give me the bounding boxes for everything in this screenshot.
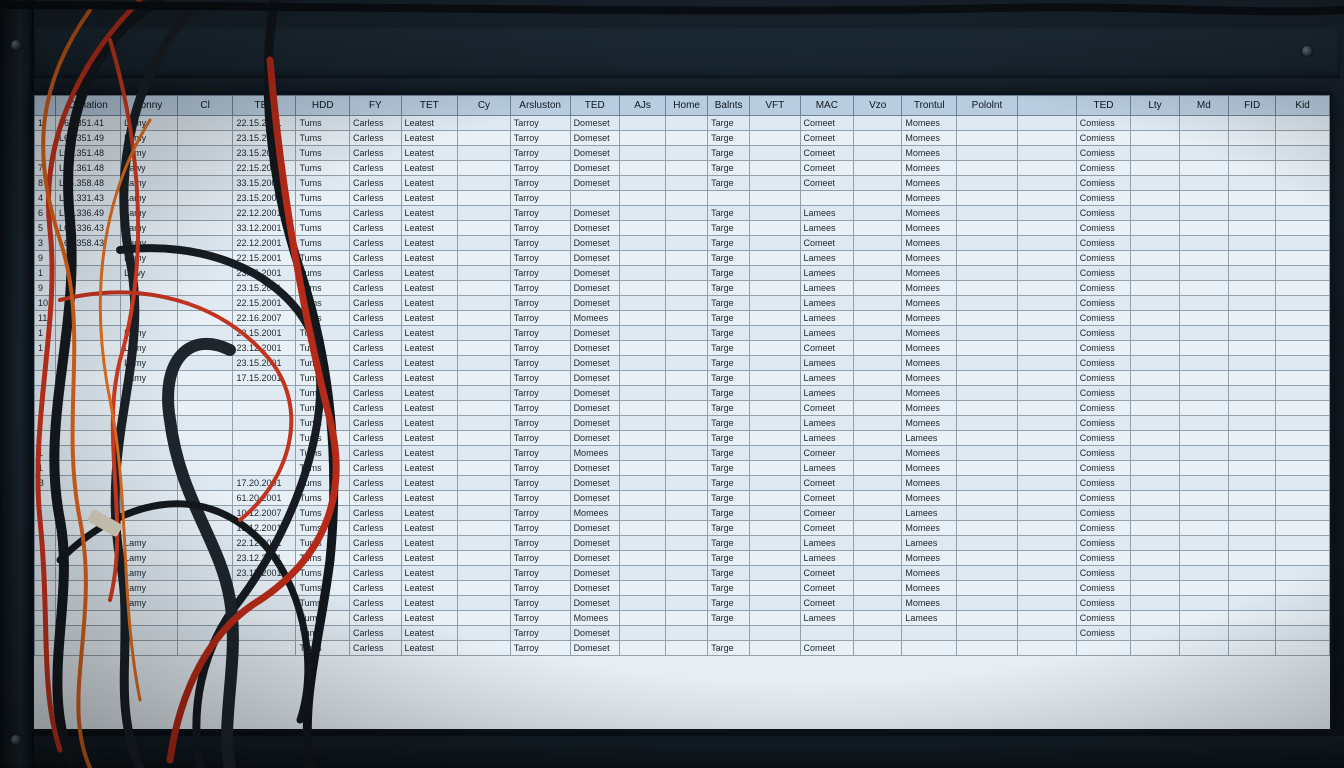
cable-black: [56, 500, 312, 724]
cable-bundle: [0, 0, 1344, 768]
cable-orange: [41, 8, 92, 768]
cable-black: [0, 1, 1344, 16]
cable-red: [58, 290, 294, 522]
